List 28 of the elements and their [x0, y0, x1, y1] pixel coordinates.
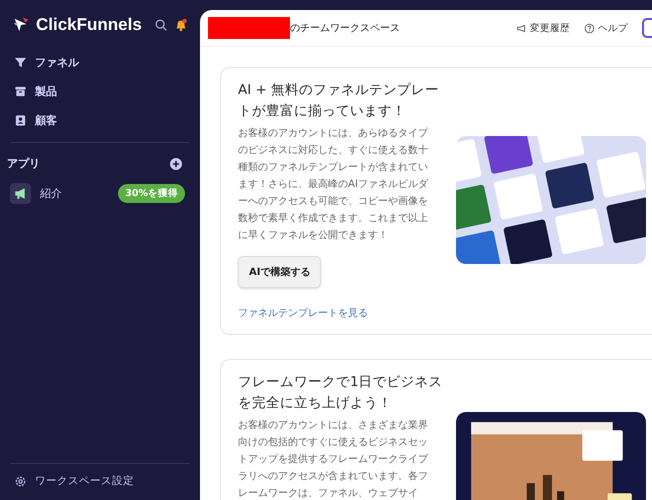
- nav-item[interactable]: ファネル: [14, 52, 186, 72]
- settings-item[interactable]: ワークスペース設定: [0, 464, 200, 500]
- logo-icon: [12, 16, 30, 34]
- nav-item[interactable]: 顧客: [14, 110, 186, 130]
- templates-link[interactable]: ファネルテンプレートを見る: [238, 306, 368, 320]
- header-link[interactable]: ヘルプ: [584, 22, 628, 34]
- card-text: お客様のアカウントには、さまざまな業界向けの包括的ですぐに使えるビジネスセットアップを提供するフレームワークライブラリへのアクセスが含まれています。各フレームワークは、ファネル、ウェブサイ: [238, 418, 429, 500]
- megaphone-icon: [516, 22, 527, 34]
- header-link[interactable]: 変更履歴: [516, 22, 570, 34]
- brand-name: ClickFunnels: [36, 15, 143, 35]
- settings-icon: [14, 474, 27, 488]
- card-title: AI + 無料のファネルテンプレートが豊富に揃っています！: [238, 81, 440, 121]
- megaphone-icon: [10, 183, 31, 204]
- card-title: フレームワークで1日でビジネスを完全に立ち上げよう！: [238, 373, 444, 413]
- contact-icon: [14, 114, 27, 126]
- reward-badge: 30%を獲得: [118, 184, 185, 203]
- filter-icon: [14, 56, 27, 68]
- box-icon: [14, 84, 27, 98]
- card-text: お客様のアカウントには、あらゆるタイプのビジネスに対応した、すぐに使える数十種類のファネルテンプレートが含まれています！さらに、最高峰のAIファネルビルダーへのアクセスも可能で、コピーや画像を数秒で素早く作成できます。これまで以上に早くファネルを公開できます！: [238, 126, 430, 243]
- add-icon[interactable]: [170, 158, 182, 170]
- app-item[interactable]: 紹介: [10, 183, 62, 204]
- build-button[interactable]: AIで構築する: [238, 256, 322, 288]
- nav-item[interactable]: 製品: [14, 81, 186, 101]
- search-icon[interactable]: [154, 18, 168, 32]
- section-label: アプリ: [7, 156, 40, 171]
- workspace-title: のチームワークスペース: [290, 22, 400, 35]
- help-icon: [584, 22, 595, 34]
- bell-icon[interactable]: [174, 18, 188, 32]
